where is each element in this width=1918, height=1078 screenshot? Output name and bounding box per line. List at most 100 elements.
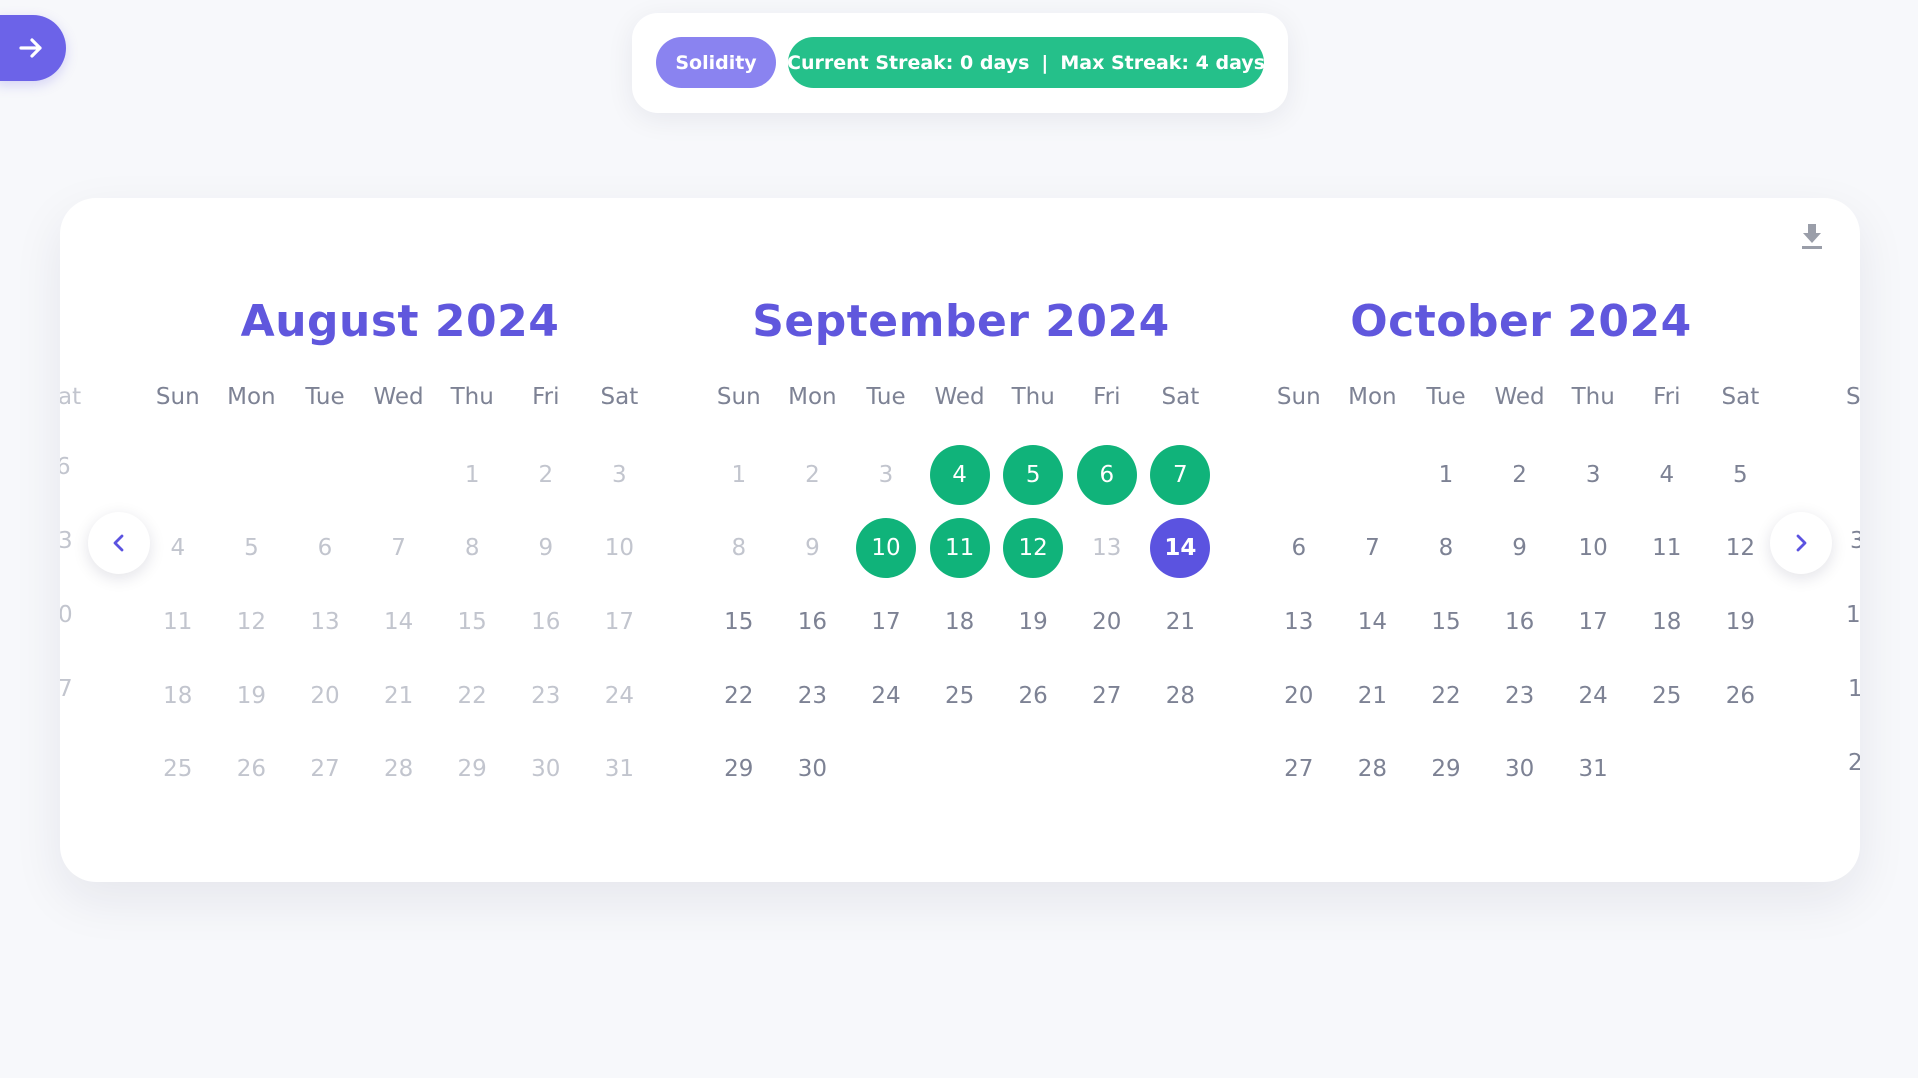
day-cell[interactable]: 28 [1337,732,1409,806]
day-cell[interactable]: 13 [289,585,361,659]
day-cell[interactable]: 19 [216,659,288,733]
day-cell-active[interactable]: 11 [924,512,996,586]
day-cell[interactable]: 19 [1705,585,1777,659]
day-cell[interactable]: 28 [1145,659,1217,733]
day-cell[interactable]: 4 [1631,438,1703,512]
day-cell[interactable]: 2 [510,438,582,512]
day-cell[interactable]: 12 [216,585,288,659]
day-cell[interactable]: 10 [584,512,656,586]
day-cell[interactable]: 13 [1263,585,1335,659]
day-cell[interactable]: 23 [777,659,849,733]
day-cell[interactable]: 9 [510,512,582,586]
day-cell[interactable]: 29 [703,732,775,806]
day-cell[interactable]: 27 [1263,732,1335,806]
day-cell[interactable]: 18 [924,585,996,659]
day-cell[interactable]: 21 [1145,585,1217,659]
day-cell[interactable]: 11 [1631,512,1703,586]
day-cell[interactable]: 22 [436,659,508,733]
day-cell-today[interactable]: 14 [1145,512,1217,586]
day-cell[interactable]: 16 [777,585,849,659]
day-cell[interactable]: 26 [216,732,288,806]
day-cell[interactable]: 17 [850,585,922,659]
day-cell[interactable]: 7 [363,512,435,586]
day-cell-active[interactable]: 7 [1145,438,1217,512]
day-cell[interactable]: 24 [850,659,922,733]
day-cell[interactable]: 9 [777,512,849,586]
day-cell[interactable]: 2 [777,438,849,512]
day-cell[interactable]: 6 [289,512,361,586]
day-cell[interactable]: 1 [1410,438,1482,512]
day-number: 10 [604,535,634,562]
day-cell[interactable]: 20 [1071,585,1143,659]
day-cell[interactable]: 22 [1410,659,1482,733]
day-cell[interactable]: 15 [436,585,508,659]
day-cell[interactable]: 11 [142,585,214,659]
day-cell[interactable]: 1 [703,438,775,512]
day-cell[interactable]: 30 [777,732,849,806]
day-cell[interactable]: 29 [1410,732,1482,806]
day-cell[interactable]: 5 [1705,438,1777,512]
previous-month-button[interactable] [88,512,150,574]
day-cell[interactable]: 8 [703,512,775,586]
day-cell[interactable]: 7 [1337,512,1409,586]
day-cell[interactable]: 9 [1484,512,1556,586]
day-cell[interactable]: 8 [1410,512,1482,586]
next-month-button[interactable] [1770,512,1832,574]
day-cell[interactable]: 14 [363,585,435,659]
day-cell[interactable]: 25 [1631,659,1703,733]
day-cell[interactable]: 19 [997,585,1069,659]
day-cell[interactable]: 27 [1071,659,1143,733]
day-cell[interactable]: 30 [1484,732,1556,806]
day-cell[interactable]: 12 [1705,512,1777,586]
day-cell[interactable]: 24 [1557,659,1629,733]
day-cell[interactable]: 26 [997,659,1069,733]
day-cell[interactable]: 18 [142,659,214,733]
day-cell-active[interactable]: 4 [924,438,996,512]
day-cell-active[interactable]: 10 [850,512,922,586]
day-cell[interactable]: 15 [703,585,775,659]
day-cell[interactable]: 20 [289,659,361,733]
day-cell[interactable]: 23 [1484,659,1556,733]
day-cell[interactable]: 10 [1557,512,1629,586]
day-cell[interactable]: 27 [289,732,361,806]
day-cell[interactable]: 28 [363,732,435,806]
day-cell-active[interactable]: 6 [1071,438,1143,512]
day-cell[interactable]: 2 [1484,438,1556,512]
day-cell[interactable]: 4 [142,512,214,586]
day-number: 13 [1092,535,1122,562]
download-button[interactable] [1794,218,1830,254]
day-cell[interactable]: 8 [436,512,508,586]
day-cell[interactable]: 30 [510,732,582,806]
day-cell[interactable]: 21 [363,659,435,733]
day-cell[interactable]: 3 [584,438,656,512]
day-cell[interactable]: 20 [1263,659,1335,733]
day-cell[interactable]: 18 [1631,585,1703,659]
day-cell[interactable]: 1 [436,438,508,512]
day-cell[interactable]: 17 [1557,585,1629,659]
day-cell[interactable]: 26 [1705,659,1777,733]
day-number: 10 [1578,535,1608,562]
day-cell-active[interactable]: 12 [997,512,1069,586]
day-cell[interactable]: 15 [1410,585,1482,659]
day-cell[interactable]: 24 [584,659,656,733]
day-cell[interactable]: 25 [924,659,996,733]
day-cell[interactable]: 23 [510,659,582,733]
sidebar-toggle-button[interactable] [0,15,66,81]
day-cell[interactable]: 17 [584,585,656,659]
day-cell[interactable]: 3 [1557,438,1629,512]
day-cell[interactable]: 31 [584,732,656,806]
day-cell[interactable]: 25 [142,732,214,806]
day-cell[interactable]: 3 [850,438,922,512]
day-cell[interactable]: 29 [436,732,508,806]
day-cell[interactable]: 5 [216,512,288,586]
day-cell[interactable]: 16 [1484,585,1556,659]
language-badge[interactable]: Solidity [656,37,776,88]
day-cell[interactable]: 22 [703,659,775,733]
day-cell[interactable]: 13 [1071,512,1143,586]
day-cell[interactable]: 14 [1337,585,1409,659]
day-cell[interactable]: 6 [1263,512,1335,586]
day-cell-active[interactable]: 5 [997,438,1069,512]
day-cell[interactable]: 16 [510,585,582,659]
day-cell[interactable]: 21 [1337,659,1409,733]
day-cell[interactable]: 31 [1557,732,1629,806]
